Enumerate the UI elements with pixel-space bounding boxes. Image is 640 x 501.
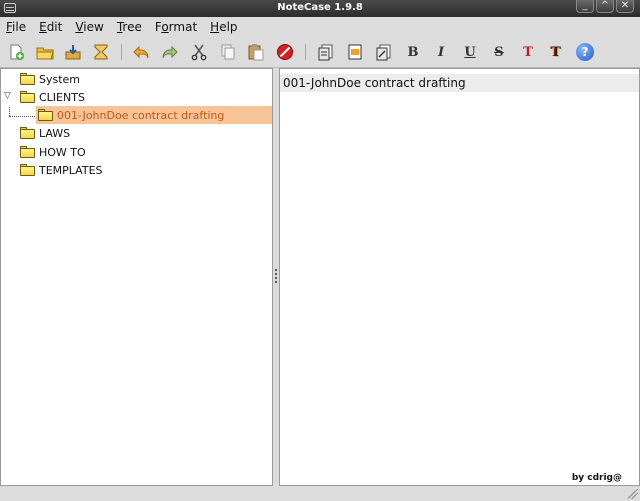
- folder-icon: [38, 109, 53, 121]
- redo-button[interactable]: [160, 42, 180, 62]
- italic-icon: I: [437, 44, 445, 60]
- save-icon: [65, 45, 81, 60]
- tree-node-clients[interactable]: CLIENTS: [20, 88, 85, 106]
- node-child-icon: [348, 44, 362, 60]
- undo-button[interactable]: [131, 42, 151, 62]
- copy-icon: [221, 44, 235, 60]
- tree-connector: [9, 116, 35, 117]
- close-window-button[interactable]: ✕: [616, 0, 634, 13]
- node-properties-icon: [376, 44, 391, 61]
- text-color-button[interactable]: T: [518, 42, 538, 62]
- underline-button[interactable]: U: [460, 42, 480, 62]
- strikethrough-button[interactable]: S: [489, 42, 509, 62]
- tree-node-laws[interactable]: LAWS: [20, 124, 70, 142]
- undo-icon: [133, 45, 149, 59]
- new-document-button[interactable]: [6, 42, 26, 62]
- open-document-button[interactable]: [35, 42, 55, 62]
- folder-icon: [20, 73, 35, 85]
- save-button[interactable]: [63, 42, 83, 62]
- hourglass-icon: [94, 44, 108, 60]
- minimize-button[interactable]: _: [576, 0, 594, 13]
- menu-edit[interactable]: Edit: [39, 17, 62, 37]
- menu-bar: File Edit View Tree Format Help: [0, 17, 640, 37]
- redo-icon: [162, 45, 178, 59]
- tree-node-how-to[interactable]: HOW TO: [20, 143, 86, 161]
- note-editor[interactable]: 001-JohnDoe contract drafting: [279, 68, 640, 486]
- resize-grip-icon[interactable]: [628, 489, 638, 499]
- paste-button[interactable]: [246, 42, 266, 62]
- toolbar-separator: [121, 44, 122, 60]
- tree-connector: [9, 107, 10, 116]
- window-controls: _ ^ ✕: [576, 0, 634, 13]
- help-button[interactable]: ?: [575, 42, 595, 62]
- background-color-icon: T: [551, 44, 561, 60]
- status-text: by cdrig@: [571, 473, 622, 483]
- bold-button[interactable]: B: [403, 42, 423, 62]
- folder-icon: [20, 127, 35, 139]
- menu-format[interactable]: Format: [155, 17, 197, 37]
- delete-button[interactable]: [275, 42, 295, 62]
- window-title: NoteCase 1.9.8: [277, 2, 363, 13]
- menu-file[interactable]: File: [6, 17, 26, 37]
- node-properties-button[interactable]: [374, 42, 394, 62]
- italic-button[interactable]: I: [431, 42, 451, 62]
- insert-child-node-button[interactable]: [345, 42, 365, 62]
- menu-view[interactable]: View: [75, 17, 103, 37]
- menu-help[interactable]: Help: [210, 17, 237, 37]
- bold-icon: B: [407, 44, 419, 60]
- strikethrough-icon: S: [494, 44, 504, 60]
- splitter-grip-icon: [275, 269, 277, 283]
- save-as-button[interactable]: [91, 42, 111, 62]
- folder-icon: [20, 164, 35, 176]
- tree-node-system[interactable]: System: [20, 70, 80, 88]
- open-folder-icon: [36, 47, 54, 60]
- folder-icon: [20, 146, 35, 158]
- expander-arrow-icon[interactable]: ▽: [4, 91, 11, 101]
- maximize-button[interactable]: ^: [596, 0, 614, 13]
- paste-icon: [248, 44, 264, 61]
- folder-icon: [20, 91, 35, 103]
- node-insert-icon: [318, 44, 333, 61]
- menu-tree[interactable]: Tree: [117, 17, 142, 37]
- status-bar: by cdrig@: [0, 473, 640, 501]
- stop-icon: [277, 44, 293, 60]
- insert-node-button[interactable]: [316, 42, 336, 62]
- copy-button[interactable]: [218, 42, 238, 62]
- title-bar[interactable]: NoteCase 1.9.8 _ ^ ✕: [0, 0, 640, 17]
- help-icon: ?: [576, 43, 594, 61]
- tree-node-001-johndoe[interactable]: 001-JohnDoe contract drafting: [36, 106, 272, 124]
- notecase-window: NoteCase 1.9.8 _ ^ ✕ File Edit View Tree…: [0, 0, 640, 501]
- underline-icon: U: [464, 44, 476, 60]
- text-color-icon: T: [523, 44, 533, 60]
- new-document-icon: [10, 44, 24, 60]
- toolbar-separator: [305, 44, 306, 60]
- background-color-button[interactable]: T: [546, 42, 566, 62]
- editor-text-line[interactable]: 001-JohnDoe contract drafting: [280, 74, 639, 92]
- tree-node-templates[interactable]: TEMPLATES: [20, 161, 103, 179]
- tree-pane[interactable]: System ▽ CLIENTS 001-JohnDoe contract dr…: [0, 68, 273, 486]
- cut-button[interactable]: [189, 42, 209, 62]
- scissors-icon: [191, 44, 207, 61]
- toolbar: B I U S T T ?: [0, 37, 640, 68]
